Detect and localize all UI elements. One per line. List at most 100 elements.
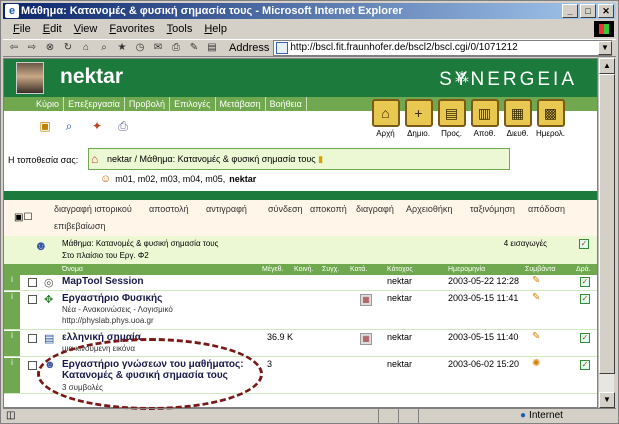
row-action-icon[interactable]: ✓ <box>580 294 590 304</box>
stop-icon[interactable]: ⊗ <box>43 41 57 55</box>
brand-name: SYNERGEIA <box>439 69 577 90</box>
table-row[interactable]: i ☻ Εργαστήριο γνώσεων του μαθήματος: Κα… <box>4 358 597 394</box>
row-info-icon[interactable]: i <box>4 292 20 329</box>
forward-icon[interactable]: ⇨ <box>25 41 39 55</box>
favorites-icon[interactable]: ★ <box>115 41 129 55</box>
cmd-cut[interactable]: αποκοπή <box>310 204 347 214</box>
scroll-down-icon[interactable]: ▼ <box>599 392 615 408</box>
cmd-copy[interactable]: αντιγραφή <box>206 204 247 214</box>
page-icon <box>276 42 289 54</box>
vertical-scrollbar[interactable]: ▲ ▼ <box>598 58 615 408</box>
scroll-up-icon[interactable]: ▲ <box>599 58 615 74</box>
search-icon[interactable]: ⌕ <box>97 41 111 55</box>
members-icon: ☺ <box>100 173 112 185</box>
col-name[interactable]: Όνομα <box>62 264 83 275</box>
row-action-icon[interactable]: ✓ <box>580 360 590 370</box>
row-new-contribution-icon[interactable]: ✺ <box>532 358 540 369</box>
link-icon: ✥ <box>44 294 54 306</box>
address-book-button[interactable]: ▦ Διευθ. <box>502 99 533 145</box>
breadcrumb[interactable]: ⌂ nektar / Μάθημα: Κατανομές & φυσική ση… <box>88 148 510 170</box>
cmd-link[interactable]: σύνδεση <box>268 204 303 214</box>
row-url[interactable]: http://physlab.phys.uoa.gr <box>62 316 154 325</box>
col-share[interactable]: Κοινή. <box>294 264 313 275</box>
col-owner[interactable]: Κάτοχος <box>387 264 413 275</box>
row-action-icon[interactable]: ✓ <box>580 333 590 343</box>
create-icon: + <box>404 99 433 127</box>
cmd-archive[interactable]: Αρχειοθήκη <box>406 204 452 214</box>
row-name[interactable]: Εργαστήριο Φυσικής <box>62 293 162 304</box>
row-action-icon[interactable]: ✓ <box>580 277 590 287</box>
site-menu-goto[interactable]: Μετάβαση <box>216 97 266 111</box>
mail-icon[interactable]: ✉ <box>151 41 165 55</box>
print-page-icon[interactable]: ⎙ <box>116 119 130 133</box>
table-row[interactable]: i ✥ Εργαστήριο Φυσικής Νέα - Ανακοινώσει… <box>4 292 597 330</box>
site-menu-edit[interactable]: Επεξεργασία <box>64 97 125 111</box>
row-checkbox[interactable] <box>28 295 37 304</box>
history-icon[interactable]: ◷ <box>133 41 147 55</box>
address-input[interactable]: http://bscl.fit.fraunhofer.de/bscl2/bscl… <box>273 40 612 56</box>
site-menu-help[interactable]: Βοήθεια <box>266 97 307 111</box>
col-status[interactable]: Κατά. <box>350 264 367 275</box>
row-checkbox[interactable] <box>28 334 37 343</box>
cmd-confirm[interactable]: επιβεβαίωση <box>54 221 105 231</box>
row-edit-icon[interactable]: ✎ <box>532 275 540 286</box>
save-button[interactable]: ▥ Αποθ. <box>469 99 500 145</box>
col-size[interactable]: Μέγεθ. <box>262 264 283 275</box>
row-name[interactable]: ελληνική σημαία <box>62 332 141 343</box>
back-icon[interactable]: ⇦ <box>7 41 21 55</box>
site-menu-main[interactable]: Κύριο <box>32 97 65 111</box>
row-edit-icon[interactable]: ✎ <box>532 292 540 303</box>
tools-icon[interactable]: ✦ <box>90 119 104 133</box>
cmd-sort[interactable]: ταξινόμηση <box>470 204 515 214</box>
row-info-icon[interactable]: i <box>4 275 20 290</box>
calendar-button-label: Ημερολ. <box>535 129 566 138</box>
calendar-button[interactable]: ▩ Ημερολ. <box>535 99 566 145</box>
add-button[interactable]: ▤ Προς. <box>436 99 467 145</box>
refresh-icon[interactable]: ↻ <box>61 41 75 55</box>
close-button[interactable]: ✕ <box>598 4 614 18</box>
col-events[interactable]: Συμβάντα <box>525 264 555 275</box>
zoom-icon[interactable]: ⌕ <box>62 119 76 133</box>
row-info-icon[interactable]: i <box>4 331 20 356</box>
cmd-delete[interactable]: διαγραφή <box>356 204 394 214</box>
table-row[interactable]: i ◎ MapTool Session nektar 2003-05-22 12… <box>4 275 597 291</box>
minimize-button[interactable]: _ <box>562 4 578 18</box>
row-name[interactable]: MapTool Session <box>62 276 144 287</box>
row-info-icon[interactable]: i <box>4 358 20 393</box>
menu-edit[interactable]: Edit <box>43 20 62 38</box>
print-icon[interactable]: ⎙ <box>169 41 183 55</box>
row-checkbox[interactable] <box>28 361 37 370</box>
edit-icon[interactable]: ✎ <box>187 41 201 55</box>
home-button[interactable]: ⌂ Αρχή <box>370 99 401 145</box>
folder-edit-icon[interactable]: ✓ <box>579 239 589 249</box>
scroll-thumb[interactable] <box>599 74 615 374</box>
cmd-clear-history[interactable]: διαγραφή ιστορικού <box>54 204 132 214</box>
menu-help[interactable]: Help <box>204 20 227 38</box>
row-date: 2003-05-22 12:28 <box>448 276 520 286</box>
discuss-icon[interactable]: ▤ <box>205 41 219 55</box>
cmd-render[interactable]: απόδοση <box>528 204 565 214</box>
table-row[interactable]: i ▤ ελληνική σημαία μια κινούμενη εικόνα… <box>4 331 597 357</box>
ie-icon: e <box>5 4 19 18</box>
site-menu-options[interactable]: Επιλογές <box>170 97 216 111</box>
menu-favorites[interactable]: Favorites <box>109 20 154 38</box>
select-all-checkbox[interactable]: ▣☐ <box>14 212 32 223</box>
row-checkbox[interactable] <box>28 278 37 287</box>
note-icon[interactable]: ▣ <box>38 119 52 133</box>
home-icon[interactable]: ⌂ <box>79 41 93 55</box>
col-date[interactable]: Ημερομηνία <box>448 264 485 275</box>
menu-tools[interactable]: Tools <box>167 20 193 38</box>
breadcrumb-path[interactable]: nektar / Μάθημα: Κατανομές & φυσική σημα… <box>107 154 316 164</box>
maximize-button[interactable]: □ <box>580 4 596 18</box>
create-button[interactable]: + Δημιο. <box>403 99 434 145</box>
row-name-line2[interactable]: Κατανομές & φυσική σημασία τους <box>62 370 228 381</box>
col-sync[interactable]: Συγχ. <box>322 264 339 275</box>
menu-view[interactable]: View <box>74 20 98 38</box>
address-dropdown-icon[interactable]: ▼ <box>598 41 612 55</box>
col-action[interactable]: Δρά. <box>576 264 591 275</box>
site-menu-view[interactable]: Προβολή <box>125 97 171 111</box>
cmd-send[interactable]: αποστολή <box>149 204 189 214</box>
menu-file[interactable]: File <box>13 20 31 38</box>
row-name[interactable]: Εργαστήριο γνώσεων του μαθήματος: <box>62 359 244 370</box>
row-edit-icon[interactable]: ✎ <box>532 331 540 342</box>
